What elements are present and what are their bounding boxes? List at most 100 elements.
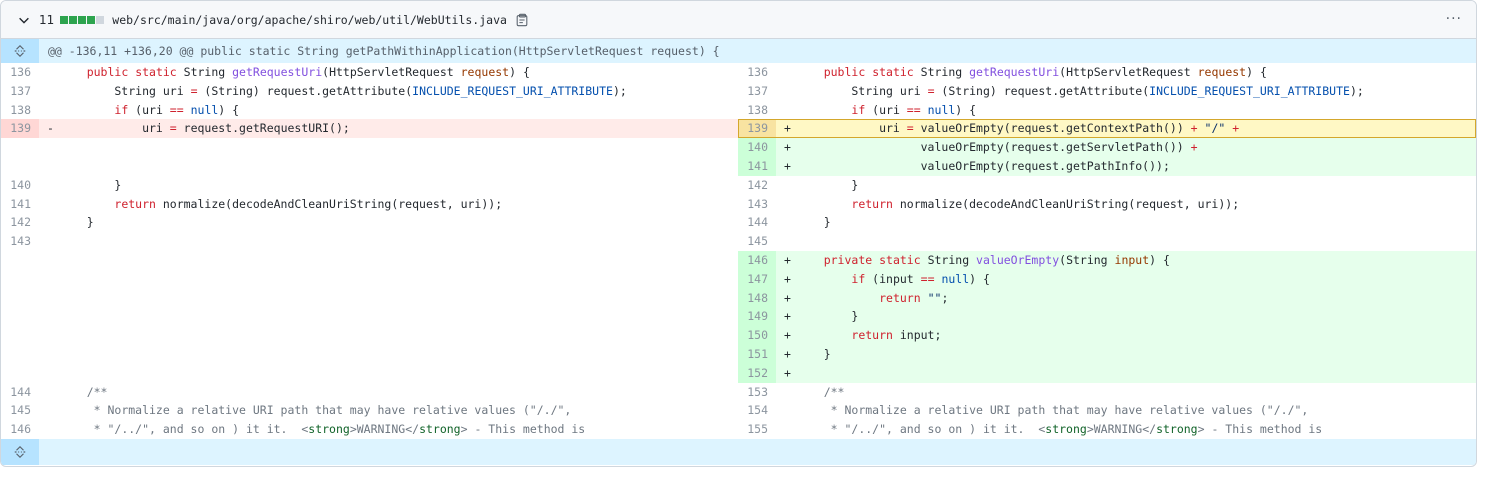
chevron-down-icon[interactable]: [17, 13, 31, 27]
line-number[interactable]: 155: [738, 420, 776, 439]
line-number[interactable]: 154: [738, 401, 776, 420]
line-number[interactable]: 141: [738, 156, 776, 176]
line-number[interactable]: 149: [738, 307, 776, 327]
added-line: 151 + }: [738, 344, 1476, 364]
code-token: String uri: [59, 83, 191, 98]
line-number[interactable]: 144: [738, 213, 776, 232]
context-line: 155 * "/../", and so on ) it it. <strong…: [738, 420, 1476, 439]
diffstat-blocks: [60, 15, 105, 24]
added-line: 150 + return input;: [738, 326, 1476, 345]
line-number[interactable]: 140: [738, 138, 776, 157]
line-number[interactable]: 151: [738, 344, 776, 364]
diff-marker: +: [784, 328, 791, 343]
line-number[interactable]: 148: [738, 288, 776, 308]
line-number[interactable]: 145: [1, 401, 39, 420]
line-number[interactable]: 136: [738, 63, 776, 82]
line-number[interactable]: 146: [1, 420, 39, 439]
diff-row: 139- uri = request.getRequestURI(); 139 + …: [1, 119, 1476, 139]
diff-marker: [39, 195, 59, 214]
code-text: valueOrEmpty(request.getServletPath()) +: [796, 138, 1476, 157]
line-number[interactable]: 139: [1, 119, 39, 139]
code-token: normalize(decodeAndCleanUriString(reques…: [892, 196, 1240, 211]
code-token: =: [906, 121, 914, 136]
line-number[interactable]: 138: [738, 101, 776, 120]
context-line: 146 * "/../", and so on ) it it. <strong…: [1, 420, 738, 439]
code-token: valueOrEmpty(request.getPathInfo());: [796, 158, 1170, 173]
diff-marker: +: [784, 158, 791, 173]
diff-row: 138 if (uri == null) {138 if (uri == nul…: [1, 101, 1476, 120]
diffstat-block: [87, 15, 96, 24]
code-token: /**: [823, 384, 845, 399]
code-token: request.getRequestURI();: [176, 121, 350, 136]
code-token: }: [796, 309, 859, 324]
line-number[interactable]: 138: [1, 101, 39, 120]
code-token: if: [851, 271, 866, 286]
diff-marker: [776, 101, 796, 120]
code-token: ) {: [955, 102, 977, 117]
code-token: ) {: [969, 271, 990, 286]
added-line: 147 + if (input == null) {: [738, 269, 1476, 289]
context-line: 144 /**: [1, 383, 738, 402]
line-number[interactable]: 144: [1, 383, 39, 402]
diff-row: 146 * "/../", and so on ) it it. <strong…: [1, 420, 1476, 439]
diff-row: 140 + valueOrEmpty(request.getServletPath…: [1, 138, 1476, 157]
line-number[interactable]: 143: [738, 195, 776, 214]
code-token: getRequestUri: [969, 65, 1060, 79]
line-number[interactable]: 137: [1, 82, 39, 101]
diff-marker: [776, 82, 796, 101]
hunk-header: @@ -136,11 +136,20 @@ public static Stri…: [1, 39, 1476, 63]
code-token: strong: [1045, 422, 1087, 437]
line-number[interactable]: 145: [738, 232, 776, 251]
code-token: (uri: [128, 102, 170, 117]
code-token: (HttpServletRequest: [1059, 65, 1198, 79]
line-number[interactable]: 153: [738, 383, 776, 402]
line-number[interactable]: 152: [738, 363, 776, 383]
file-path[interactable]: web/src/main/java/org/apache/shiro/web/u…: [112, 13, 507, 27]
code-token: null: [190, 102, 219, 117]
code-token: normalize(decodeAndCleanUriString(reques…: [155, 196, 503, 211]
code-token: ;: [941, 290, 949, 305]
diff-marker: [776, 195, 796, 214]
line-number[interactable]: 139: [738, 119, 776, 139]
diff-row: 137 String uri = (String) request.getAtt…: [1, 82, 1476, 101]
code-text: uri = request.getRequestURI();: [59, 119, 738, 138]
code-token: /**: [86, 384, 108, 399]
context-line: 140 }: [1, 176, 738, 195]
diff-row: 152 +: [1, 363, 1476, 383]
more-options-button[interactable]: ···: [1446, 11, 1462, 27]
deleted-line: 139- uri = request.getRequestURI();: [1, 119, 738, 139]
code-text: valueOrEmpty(request.getPathInfo());: [796, 157, 1476, 176]
copy-icon[interactable]: [515, 13, 529, 27]
diff-marker: +: [784, 309, 791, 324]
code-token: valueOrEmpty: [976, 252, 1060, 267]
diff-rows: 136 public static String getRequestUri(H…: [1, 63, 1476, 439]
line-number[interactable]: 142: [1, 213, 39, 232]
line-number[interactable]: 137: [738, 82, 776, 101]
expand-down-button[interactable]: [1, 438, 39, 465]
code-token: =: [927, 83, 935, 98]
code-text: String uri = (String) request.getAttribu…: [796, 82, 1476, 101]
code-token: if: [114, 102, 129, 117]
line-number[interactable]: 136: [1, 63, 39, 82]
code-token: "/": [1204, 121, 1226, 136]
code-token: =: [169, 121, 177, 136]
expand-up-button[interactable]: [1, 39, 39, 63]
line-number[interactable]: 146: [738, 250, 776, 270]
line-number[interactable]: 142: [738, 176, 776, 195]
line-number[interactable]: 141: [1, 195, 39, 214]
line-number[interactable]: 150: [738, 326, 776, 345]
diff-marker: [39, 176, 59, 195]
line-number[interactable]: 147: [738, 269, 776, 289]
diffstat-block: [69, 15, 78, 24]
line-number[interactable]: 140: [1, 176, 39, 195]
line-number[interactable]: 143: [1, 232, 39, 251]
expand-icon: [14, 445, 26, 458]
diff-marker: -: [47, 121, 54, 136]
diff-marker: [776, 63, 796, 82]
